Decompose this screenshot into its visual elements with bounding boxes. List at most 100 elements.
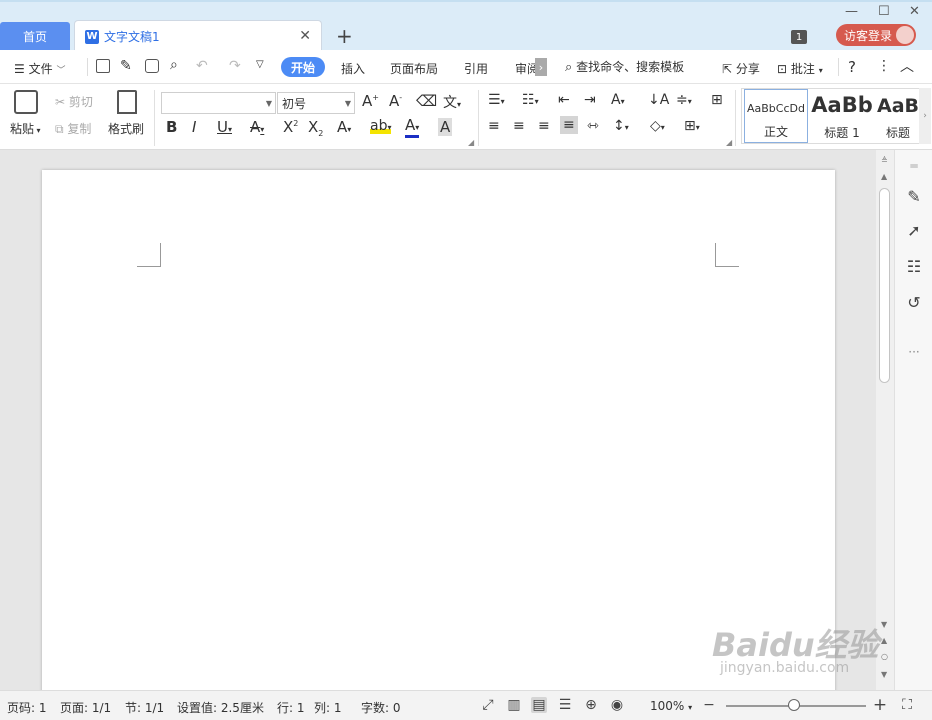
- paste-icon[interactable]: [14, 90, 38, 114]
- tab-start[interactable]: 开始: [281, 57, 325, 77]
- status-page-count[interactable]: 页面: 1/1: [60, 699, 111, 716]
- status-setting-value[interactable]: 设置值: 2.5厘米: [177, 699, 264, 716]
- borders-icon[interactable]: ⊞▾: [684, 118, 700, 134]
- cut-button[interactable]: ✂ 剪切: [55, 93, 93, 110]
- align-center-icon[interactable]: ≡: [513, 118, 525, 134]
- font-color-icon[interactable]: A▾: [405, 118, 420, 138]
- status-row[interactable]: 行: 1: [277, 699, 305, 716]
- tab-references[interactable]: 引用: [464, 60, 488, 77]
- style-heading[interactable]: AaB 标题: [876, 89, 920, 143]
- document-page[interactable]: [42, 170, 835, 690]
- search-command[interactable]: ⌕ 查找命令、搜索模板: [565, 58, 684, 75]
- share-button[interactable]: ⇱ 分享: [722, 60, 760, 77]
- redo-icon[interactable]: ↷: [229, 58, 241, 74]
- new-tab-button[interactable]: +: [336, 24, 353, 48]
- align-right-icon[interactable]: ≡: [538, 118, 550, 134]
- status-column[interactable]: 列: 1: [314, 699, 342, 716]
- tab-home[interactable]: 首页: [0, 22, 70, 50]
- scroll-top-icon[interactable]: ≜: [881, 156, 888, 165]
- eye-protection-icon[interactable]: ◉: [609, 697, 625, 713]
- bold-icon[interactable]: B: [166, 118, 177, 136]
- close-tab-icon[interactable]: ✕: [299, 28, 311, 44]
- clear-format-icon[interactable]: ⌫: [416, 92, 437, 110]
- distribute-icon[interactable]: ⇿: [587, 118, 599, 134]
- line-break-icon[interactable]: ≑▾: [676, 92, 692, 108]
- window-count-badge[interactable]: 1: [791, 30, 807, 44]
- previous-page-icon[interactable]: ▲: [881, 636, 887, 645]
- line-spacing-icon[interactable]: ↕▾: [613, 118, 629, 134]
- print-preview-icon[interactable]: ⌕: [170, 57, 178, 73]
- zoom-level[interactable]: 100% ▾: [650, 699, 692, 713]
- help-icon[interactable]: ?: [848, 58, 856, 76]
- cursor-select-icon[interactable]: ➚: [904, 220, 924, 240]
- vertical-scrollbar[interactable]: ≜ ▲ ▼ ▲ ○ ▼: [876, 150, 894, 690]
- subscript-icon[interactable]: X2: [308, 118, 323, 138]
- fit-page-icon[interactable]: ⛶: [899, 697, 915, 713]
- numbered-list-icon[interactable]: ☷▾: [522, 92, 539, 108]
- print-icon[interactable]: [145, 59, 159, 73]
- text-effect-icon[interactable]: A▾: [337, 118, 351, 136]
- status-page-number[interactable]: 页码: 1: [7, 699, 47, 716]
- strikethrough-icon[interactable]: A▾: [250, 118, 264, 136]
- close-window-icon[interactable]: ✕: [909, 4, 920, 19]
- phonetic-guide-icon[interactable]: 文▾: [443, 92, 461, 112]
- format-painter-icon[interactable]: [117, 90, 137, 114]
- scroll-down-icon[interactable]: ▼: [881, 620, 887, 629]
- justify-icon[interactable]: ≡: [560, 116, 578, 134]
- quick-access-more-icon[interactable]: ▽: [256, 59, 264, 70]
- change-case-icon[interactable]: A▾: [611, 92, 625, 108]
- scroll-up-icon[interactable]: ▲: [881, 172, 887, 181]
- reading-mode-icon[interactable]: ▥: [506, 697, 522, 713]
- font-name-select[interactable]: ▼: [161, 92, 276, 114]
- settings-sliders-icon[interactable]: ☷: [904, 256, 924, 276]
- shading-icon[interactable]: ◇▾: [650, 118, 665, 134]
- format-brush-icon[interactable]: ✎: [120, 58, 132, 74]
- save-icon[interactable]: [96, 59, 110, 73]
- copy-button[interactable]: ⧉ 复制: [55, 120, 91, 137]
- maximize-icon[interactable]: ☐: [878, 4, 890, 19]
- tab-insert[interactable]: 插入: [341, 60, 365, 77]
- sort-icon[interactable]: ↓A: [648, 92, 669, 108]
- status-section[interactable]: 节: 1/1: [125, 699, 164, 716]
- guest-login-button[interactable]: 访客登录: [836, 24, 916, 46]
- font-dialog-launcher-icon[interactable]: ◢: [468, 138, 474, 147]
- highlight-icon[interactable]: ab▾: [370, 118, 392, 134]
- next-page-icon[interactable]: ▼: [881, 670, 887, 679]
- underline-icon[interactable]: U▾: [217, 118, 232, 136]
- outline-view-icon[interactable]: ☰: [557, 697, 573, 713]
- decrease-font-icon[interactable]: A-: [389, 92, 402, 110]
- format-painter-button[interactable]: 格式刷: [108, 120, 144, 137]
- select-browse-object-icon[interactable]: ○: [881, 652, 888, 661]
- font-size-select[interactable]: 初号 ▼: [277, 92, 355, 114]
- history-icon[interactable]: ↺: [904, 292, 924, 312]
- superscript-icon[interactable]: X2: [283, 118, 298, 136]
- more-options-icon[interactable]: ⋮: [877, 58, 891, 74]
- zoom-in-icon[interactable]: +: [872, 695, 888, 715]
- tab-review[interactable]: 审阅: [515, 60, 535, 77]
- menu-scroll-right-icon[interactable]: ›: [535, 58, 547, 76]
- undo-icon[interactable]: ↶: [196, 58, 208, 74]
- increase-font-icon[interactable]: A+: [362, 92, 379, 110]
- zoom-out-icon[interactable]: −: [701, 697, 717, 713]
- paste-button[interactable]: 粘贴 ▾: [10, 120, 41, 137]
- style-normal[interactable]: AaBbCcDd 正文: [744, 89, 808, 143]
- tab-document[interactable]: W 文字文稿1 ✕: [74, 20, 322, 52]
- page-view-icon[interactable]: ▤: [531, 697, 547, 713]
- pen-icon[interactable]: ✎: [904, 186, 924, 206]
- scrollbar-thumb[interactable]: [879, 188, 890, 383]
- status-word-count[interactable]: 字数: 0: [361, 699, 401, 716]
- comment-button[interactable]: ⊡ 批注 ▾: [777, 60, 823, 77]
- fullscreen-icon[interactable]: ⤢: [480, 697, 496, 713]
- paragraph-dialog-launcher-icon[interactable]: ◢: [726, 138, 732, 147]
- align-left-icon[interactable]: ≡: [488, 118, 500, 134]
- more-icon[interactable]: ···: [904, 342, 924, 362]
- style-gallery-scroll-icon[interactable]: ›: [919, 88, 931, 144]
- table-insert-icon[interactable]: ⊞: [711, 92, 723, 108]
- style-heading-1[interactable]: AaBb 标题 1: [810, 89, 874, 143]
- web-view-icon[interactable]: ⊕: [583, 697, 599, 713]
- tab-page-layout[interactable]: 页面布局: [390, 60, 438, 77]
- italic-icon[interactable]: I: [192, 118, 196, 136]
- zoom-slider-handle[interactable]: [788, 699, 800, 711]
- bullet-list-icon[interactable]: ☰▾: [488, 92, 505, 108]
- file-menu[interactable]: ☰ 文件 ﹀: [14, 60, 65, 77]
